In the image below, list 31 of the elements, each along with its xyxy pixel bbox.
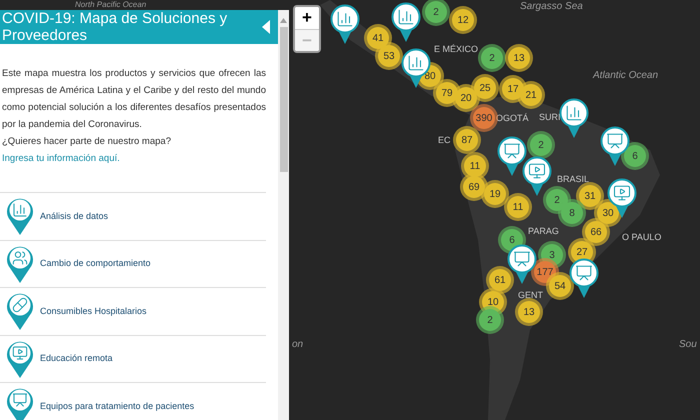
map-label: on (292, 338, 304, 352)
map-label: BRASIL (557, 173, 590, 186)
scrollbar-thumb[interactable] (280, 27, 288, 172)
map-label: Atlantic Ocean (593, 69, 658, 83)
cluster-marker[interactable]: 79 (436, 82, 458, 104)
category-item[interactable]: Equipos para tratamiento de pacientes (0, 383, 266, 420)
map-label: Sou (679, 338, 697, 352)
description-text: Este mapa muestra los productos y servicios que ofrecen las empresas de América Latina y el Caribe y del resto del mundo como potencial solución a los diferentes desafíos presentados por la pandemia del Coronavirus. (1, 67, 267, 132)
scrollbar[interactable] (278, 10, 289, 420)
cluster-marker[interactable]: 41 (367, 27, 389, 49)
map-label: SURI (539, 111, 561, 124)
panel-title: COVID-19: Mapa de Soluciones y Proveedores (2, 10, 228, 44)
cluster-marker[interactable]: 2 (425, 1, 447, 23)
map-label: O PAULO (622, 231, 662, 244)
map-label: GENT (518, 289, 544, 302)
map-marker-icon[interactable] (569, 258, 599, 298)
invite-text: ¿Quieres hacer parte de nuestro mapa? Ingresa tu información aquí. (1, 135, 172, 166)
cluster-marker[interactable]: 13 (508, 47, 530, 69)
cluster-marker[interactable]: 12 (452, 9, 474, 31)
map-label: Sargasso Sea (520, 0, 583, 14)
map-label: PARAG (528, 225, 559, 238)
cluster-marker[interactable]: 25 (474, 77, 496, 99)
collapse-icon[interactable] (262, 20, 270, 34)
map-label: E MÉXICO (434, 43, 478, 56)
cluster-marker[interactable]: 2 (481, 47, 503, 69)
map-label: EC (438, 134, 451, 147)
cluster-marker[interactable]: 2 (479, 309, 501, 331)
info-link[interactable]: Ingresa tu información aquí. (2, 153, 120, 164)
cluster-marker[interactable]: 53 (378, 45, 400, 67)
map-label: North Pacific Ocean (75, 0, 146, 9)
map-marker-icon[interactable] (391, 2, 421, 42)
